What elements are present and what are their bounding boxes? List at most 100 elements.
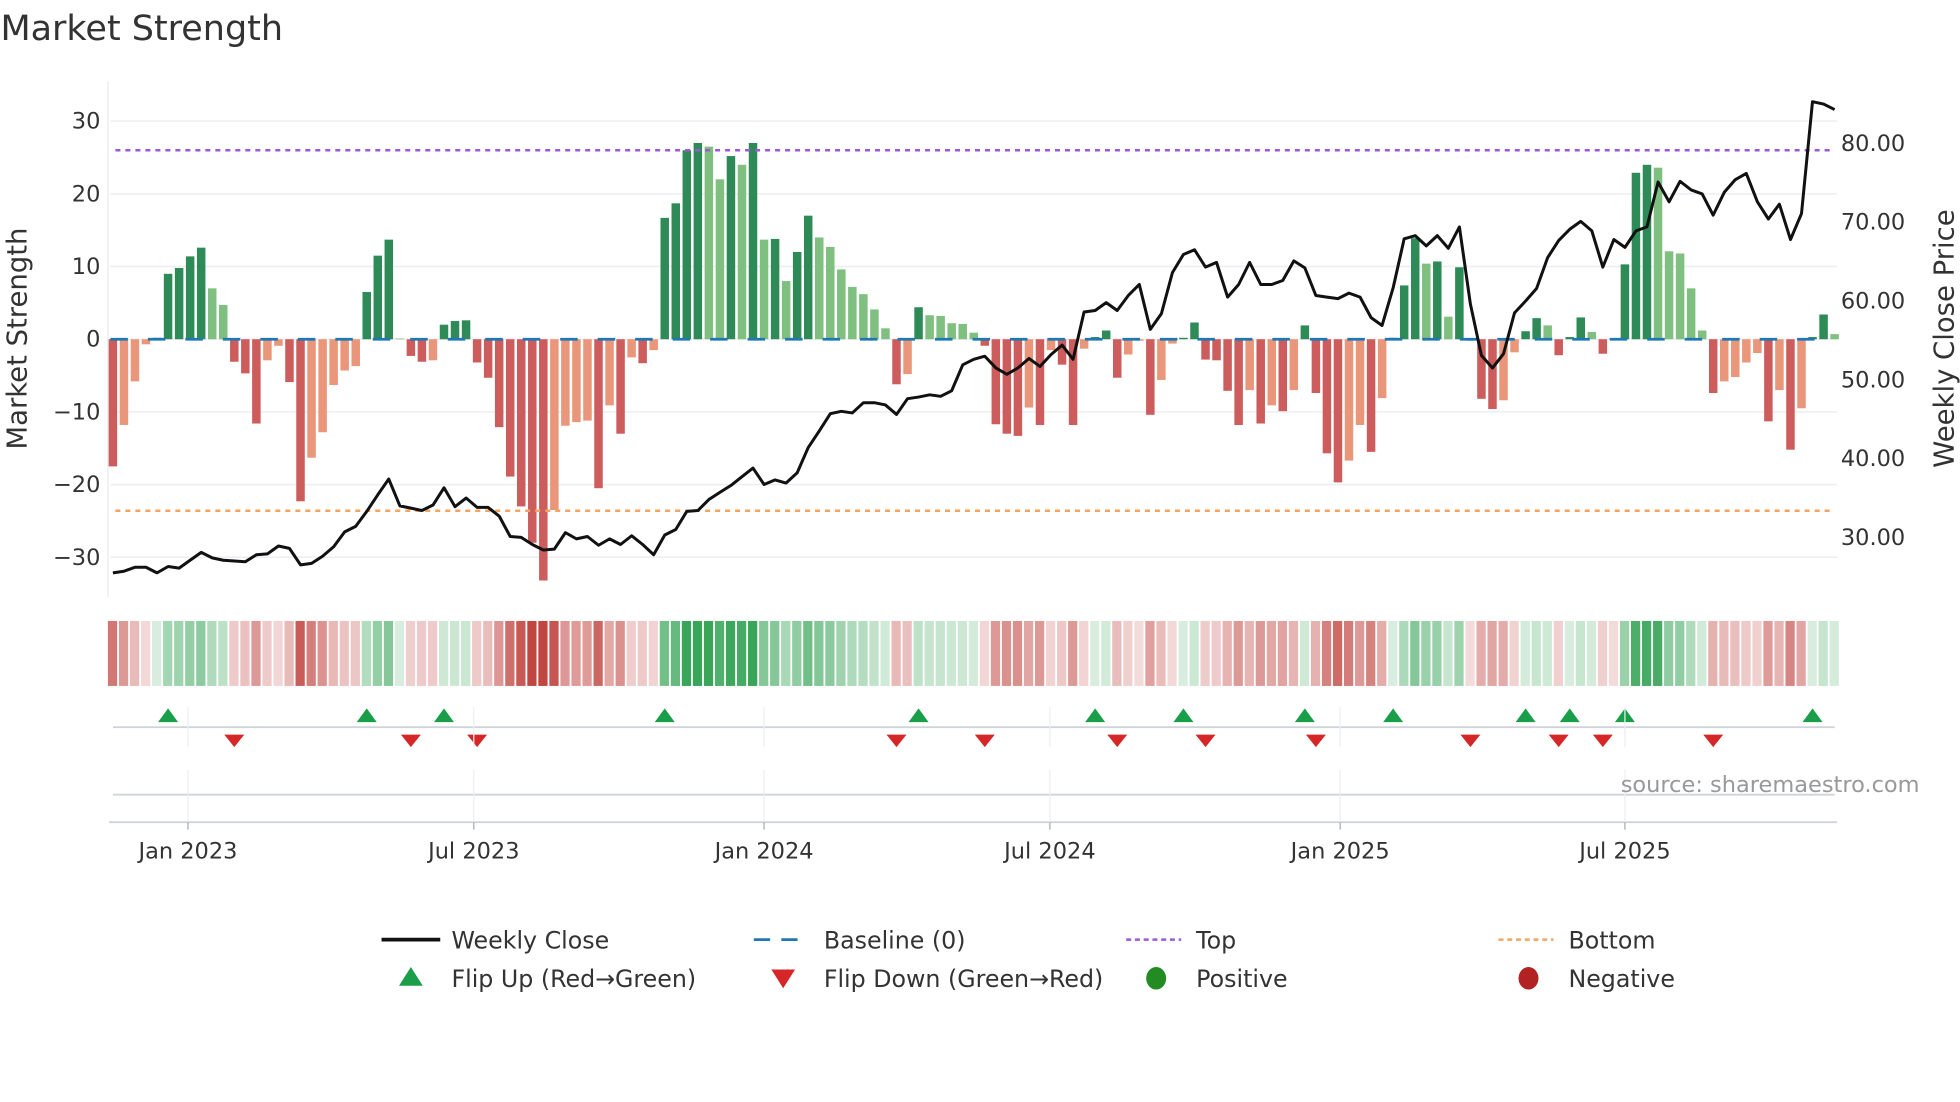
strength-bar [726,156,736,340]
strip-cell [284,620,294,686]
flip-up-marker [908,708,929,723]
strength-bar [550,339,559,511]
strength-bar [1642,164,1652,340]
strength-bar [329,339,338,386]
flip-up-marker [1383,708,1404,723]
strip-cell [1057,620,1067,686]
strip-cell [1299,620,1310,686]
legend-label: Weekly Close [451,926,609,954]
strip-cell [207,620,217,686]
strip-cell [1741,620,1751,686]
strip-cell [273,620,283,686]
strip-cell [527,620,537,686]
strength-bar [1753,339,1762,354]
strength-bar [230,339,239,362]
strip-cell [1355,620,1365,686]
strip-cell [1520,620,1530,686]
flip-down-marker [400,734,421,748]
strip-cell [129,620,140,686]
strip-cell [1619,620,1630,686]
strength-bar [848,286,857,340]
strip-cell [427,620,438,686]
strip-cell [472,620,482,686]
strength-bar [1267,339,1276,406]
strip-cell [1675,620,1685,686]
strength-bar [241,339,250,374]
strip-cell [560,620,570,686]
strip-cell [1443,620,1453,686]
flip-up-marker [356,708,377,723]
strength-bar [450,321,460,340]
strip-cell [1101,620,1111,686]
strength-bar [1830,334,1839,340]
strip-cell [1321,620,1332,686]
strength-bar [660,217,669,340]
flip-down-legend-icon [771,969,796,989]
strength-bar [693,142,703,340]
strip-cell [1366,620,1376,686]
strength-bar [207,288,217,340]
strip-cell [1487,620,1497,686]
strength-bar [1002,339,1012,434]
strength-bar [1179,337,1188,340]
strength-bar [351,339,360,367]
flip-down-marker [1305,734,1326,748]
strength-bar [704,146,714,340]
strip-cell [1785,620,1795,686]
strip-cell [935,620,945,686]
strength-bar [837,269,846,340]
strip-cell [1575,620,1586,686]
strength-bar [892,339,901,385]
strength-bar [494,339,504,428]
strength-bar [219,305,228,340]
strip-cell [174,620,184,686]
strength-bar [285,339,294,383]
strength-bar [1532,318,1541,340]
strength-bar [1786,339,1795,450]
strength-bar [870,309,879,340]
strip-cell [1167,620,1177,686]
strength-bar [395,338,405,340]
strip-cell [703,620,714,686]
strip-cell [1465,620,1475,686]
strip-cell [1012,620,1023,686]
strength-bar [428,339,438,361]
strip-cell [1001,620,1012,686]
strength-heat-strip [107,620,1839,686]
strength-bar [616,339,625,434]
strip-cell [262,620,272,686]
y-tick-label: 30 [72,109,101,135]
strip-cell [1829,620,1839,686]
strength-bar [748,142,758,340]
strip-cell [1597,620,1608,686]
strength-bar [1719,339,1729,382]
legend-label: Positive [1196,965,1287,993]
flip-up-marker [433,708,454,723]
legend-label: Top [1195,926,1236,954]
strength-bar [373,255,383,340]
strength-bar [119,339,129,425]
strip-cell [1752,620,1762,686]
strength-bar [1157,339,1166,380]
y2-tick-label: 80.00 [1841,131,1905,157]
strength-bar [627,339,636,358]
strength-bar [130,339,140,382]
strength-bar [1521,331,1530,340]
strength-bar [1366,339,1376,452]
strength-bar [1631,172,1641,340]
strength-bar [296,339,305,502]
strip-cell [1090,620,1100,686]
strip-cell [1112,620,1122,686]
strip-cell [196,620,206,686]
right-axis-label: Weekly Close Price [1928,209,1960,467]
strip-cell [1123,620,1133,686]
strength-bar [163,273,173,340]
strip-cell [869,620,879,686]
strength-bar [671,203,681,340]
strength-bar [572,339,581,423]
left-axis-ticks: 30 20 10 0 −10 −20 −30 [53,109,100,571]
strip-cell [1332,620,1343,686]
strip-cell [648,620,658,686]
strength-bar [1455,267,1464,340]
strength-bar [1212,339,1221,361]
